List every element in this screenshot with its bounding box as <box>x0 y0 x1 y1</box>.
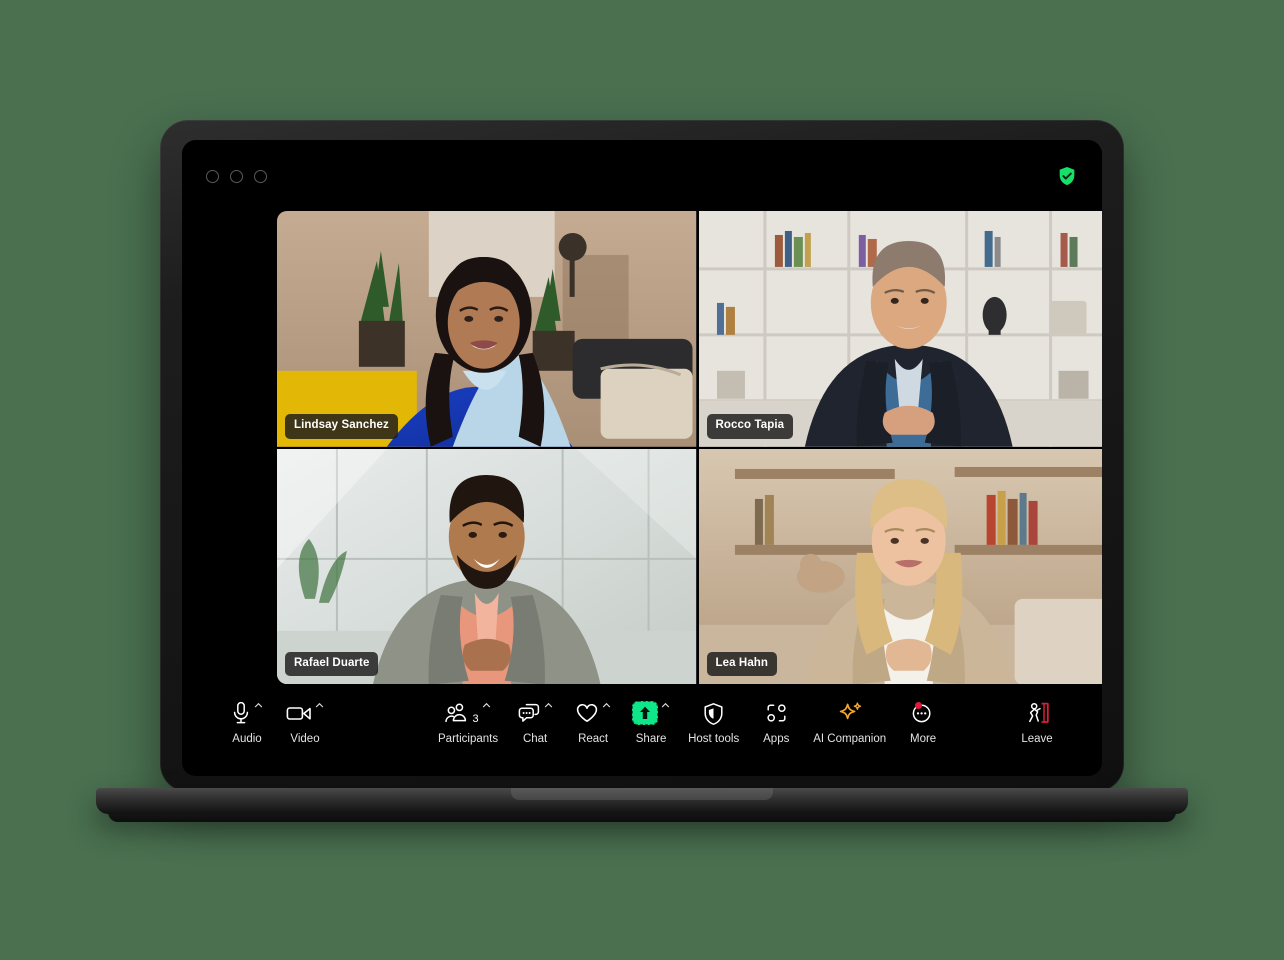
participant-name-badge: Lindsay Sanchez <box>285 414 398 439</box>
share-label: Share <box>635 733 667 745</box>
leave-door-icon <box>1029 702 1049 723</box>
audio-button[interactable]: Audio <box>218 698 276 746</box>
apps-label: Apps <box>763 733 790 745</box>
sparkle-icon <box>839 702 861 720</box>
chevron-up-icon[interactable] <box>661 701 670 710</box>
apps-button[interactable]: Apps <box>747 698 805 746</box>
participant-name-badge: Rafael Duarte <box>285 651 379 676</box>
video-button[interactable]: Video <box>276 698 334 746</box>
more-label: More <box>910 733 937 745</box>
laptop-scene: Lindsay Sanchez Rocco Tapia Rafael Duart… <box>0 0 1284 960</box>
react-label: React <box>578 733 609 745</box>
laptop-screen: Lindsay Sanchez Rocco Tapia Rafael Duart… <box>182 140 1102 776</box>
chat-bubble-icon <box>518 703 540 722</box>
ai-companion-button[interactable]: AI Companion <box>805 698 894 746</box>
video-gallery-grid: Lindsay Sanchez Rocco Tapia Rafael Duart… <box>277 211 1102 684</box>
chevron-up-icon[interactable] <box>315 701 324 710</box>
toolbar-right-group: Leave <box>1008 698 1066 746</box>
chevron-up-icon[interactable] <box>544 701 553 710</box>
minimize-window-button[interactable] <box>230 169 243 183</box>
laptop-shadow-foot <box>108 812 1176 822</box>
chevron-up-icon[interactable] <box>254 701 263 710</box>
laptop-base <box>96 788 1188 814</box>
chevron-up-icon[interactable] <box>602 701 611 710</box>
microphone-icon <box>233 701 249 724</box>
chat-button[interactable]: Chat <box>506 698 564 746</box>
traffic-lights <box>206 169 267 183</box>
heart-icon <box>576 704 598 722</box>
chevron-up-icon[interactable] <box>482 701 491 710</box>
participants-button[interactable]: 3 Participants <box>430 698 506 746</box>
chat-label: Chat <box>522 733 548 745</box>
participants-label: Participants <box>438 733 499 745</box>
participant-name-badge: Rocco Tapia <box>706 414 794 439</box>
react-button[interactable]: React <box>564 698 622 746</box>
shield-check-icon[interactable] <box>1056 165 1078 187</box>
video-tile[interactable]: Lindsay Sanchez <box>277 211 697 447</box>
more-button[interactable]: More <box>894 698 952 746</box>
apps-icon <box>767 704 786 722</box>
toolbar-center-group: 3 Participants Chat React Share Host too… <box>430 698 952 746</box>
close-window-button[interactable] <box>206 169 219 183</box>
participants-count: 3 <box>472 713 479 725</box>
window-titlebar <box>182 140 1102 212</box>
participants-icon <box>445 703 467 723</box>
video-tile[interactable]: Lea Hahn <box>698 448 1102 684</box>
toolbar-left-group: Audio Video <box>218 698 334 746</box>
video-tile[interactable]: Rafael Duarte <box>277 448 697 684</box>
host-tools-button[interactable]: Host tools <box>680 698 747 746</box>
share-button[interactable]: Share <box>622 698 680 746</box>
share-screen-icon <box>632 701 659 725</box>
leave-button[interactable]: Leave <box>1008 698 1066 746</box>
shield-icon <box>704 702 723 725</box>
audio-label: Audio <box>232 733 262 745</box>
video-tile[interactable]: Rocco Tapia <box>698 211 1102 447</box>
meeting-toolbar: Audio Video 3 Participants Chat React Sh… <box>182 684 1102 776</box>
laptop-base-notch <box>511 788 773 800</box>
maximize-window-button[interactable] <box>254 169 267 183</box>
video-camera-icon <box>286 707 311 720</box>
participant-name-badge: Lea Hahn <box>706 651 778 676</box>
leave-label: Leave <box>1021 733 1053 745</box>
ai-companion-label: AI Companion <box>813 733 887 745</box>
host-tools-label: Host tools <box>688 733 740 745</box>
video-label: Video <box>290 733 320 745</box>
